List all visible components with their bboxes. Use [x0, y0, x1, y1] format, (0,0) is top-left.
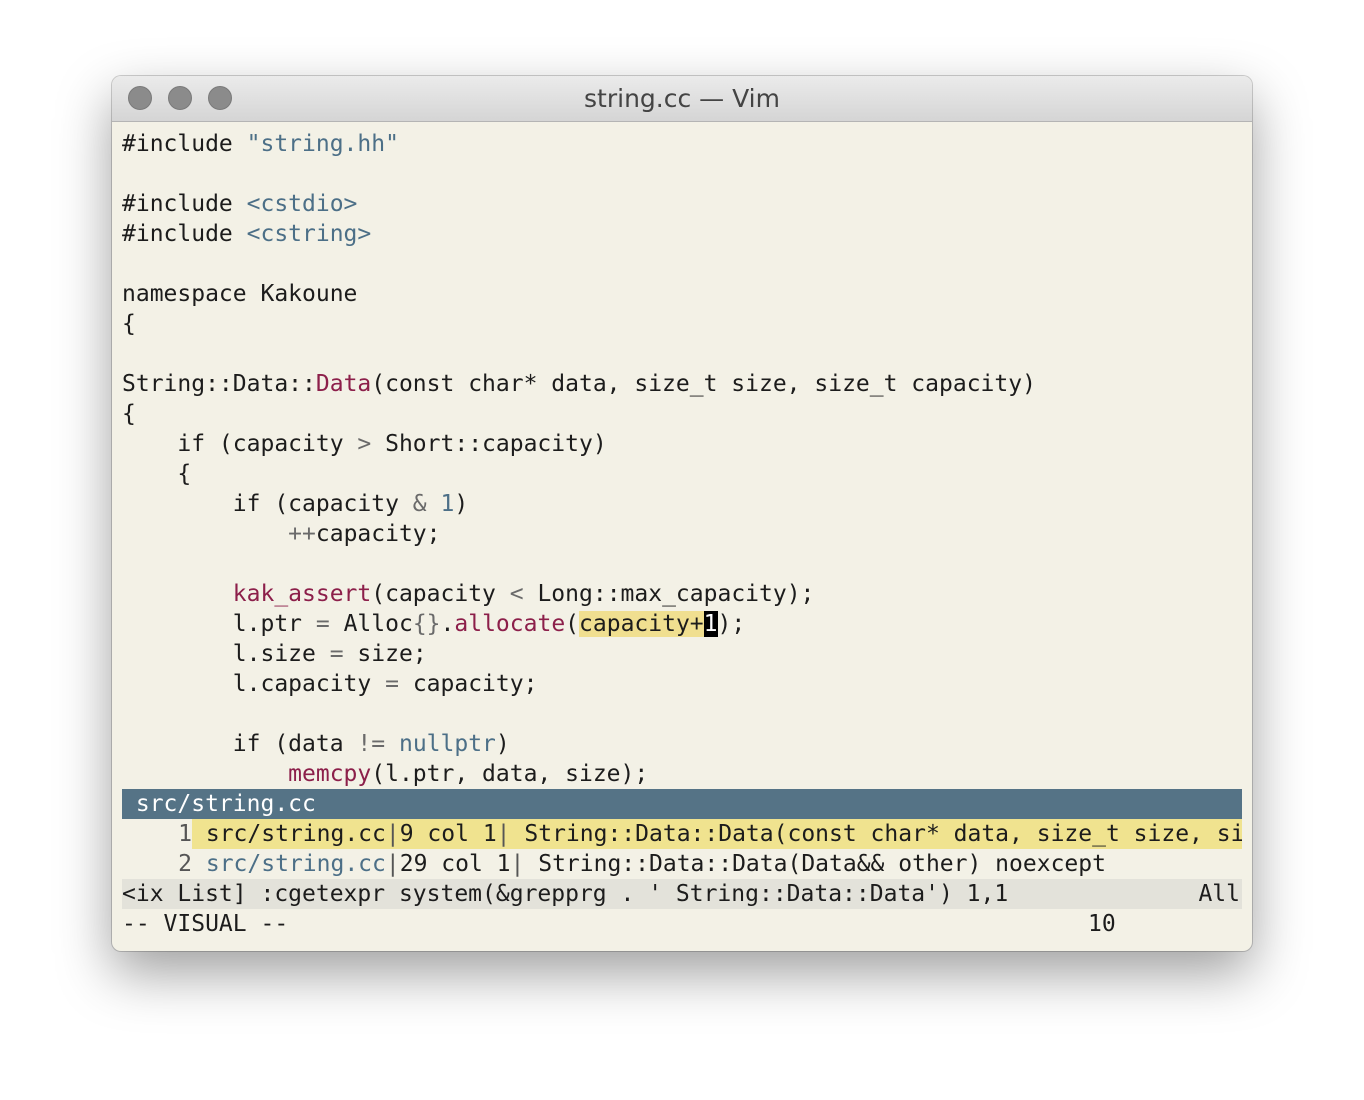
- code-token: {: [122, 311, 136, 337]
- code-line[interactable]: memcpy(l.ptr, data, size);: [122, 759, 1242, 789]
- code-line[interactable]: namespace Kakoune: [122, 279, 1242, 309]
- code-line[interactable]: l.capacity = capacity;: [122, 669, 1242, 699]
- quickfix-title: src/string.cc: [122, 789, 1242, 819]
- code-token: capacity;: [315, 521, 441, 547]
- code-line[interactable]: #include <cstdio>: [122, 189, 1242, 219]
- code-token: String::Data::: [122, 371, 316, 397]
- code-line[interactable]: l.ptr = Alloc{}.allocate(capacity+1);: [122, 609, 1242, 639]
- code-line[interactable]: {: [122, 459, 1242, 489]
- quickfix-file: src/string.cc: [205, 821, 386, 847]
- selection-count: 10: [1088, 911, 1116, 937]
- text-cursor: 1: [703, 611, 718, 637]
- code-token: capacity;: [398, 671, 538, 697]
- editor-buffer[interactable]: #include "string.hh" #include <cstdio> #i…: [122, 129, 1242, 939]
- code-line[interactable]: {: [122, 309, 1242, 339]
- code-token: allocate: [454, 611, 566, 637]
- code-token: !=: [357, 731, 386, 757]
- code-token: nullptr: [398, 731, 496, 757]
- quickfix-text: String::Data::Data(const char* data, siz…: [510, 821, 1242, 847]
- code-token: (l.ptr, data, size);: [371, 761, 649, 787]
- code-token: .: [440, 611, 455, 637]
- quickfix-row[interactable]: 2 src/string.cc|29 col 1| String::Data::…: [122, 849, 1242, 879]
- code-token: l.capacity: [122, 671, 386, 697]
- vim-window: string.cc — Vim #include "string.hh" #in…: [112, 76, 1252, 951]
- code-token: #include: [122, 191, 247, 217]
- status-line: <ix List] :cgetexpr system(&grepprg . ' …: [122, 879, 1242, 909]
- code-line[interactable]: if (capacity > Short::capacity): [122, 429, 1242, 459]
- code-line[interactable]: [122, 699, 1242, 729]
- code-token: if (capacity: [122, 431, 358, 457]
- code-token: (: [565, 611, 580, 637]
- code-token: );: [717, 611, 746, 637]
- code-token: Alloc: [329, 611, 413, 637]
- code-token: {: [122, 401, 136, 427]
- code-token: Short::capacity): [371, 431, 607, 457]
- code-line[interactable]: ++capacity;: [122, 519, 1242, 549]
- code-token: &: [412, 491, 427, 517]
- code-token: kak_assert: [232, 581, 372, 607]
- title-bar: string.cc — Vim: [112, 76, 1252, 122]
- quickfix-index: 2: [122, 849, 192, 879]
- code-token: l.size: [122, 641, 330, 667]
- code-line[interactable]: if (capacity & 1): [122, 489, 1242, 519]
- code-token: <cstring>: [246, 221, 372, 247]
- code-line[interactable]: [122, 159, 1242, 189]
- code-token: if (capacity: [122, 491, 413, 517]
- window-title: string.cc — Vim: [584, 84, 780, 113]
- code-line[interactable]: [122, 339, 1242, 369]
- quickfix-index: 1: [122, 819, 192, 849]
- code-token: ++: [288, 521, 316, 547]
- code-token: if (data: [122, 731, 358, 757]
- status-line-position: All: [1198, 881, 1240, 907]
- code-token: (const char* data, size_t size, size_t c…: [371, 371, 1036, 397]
- quickfix-file: src/string.cc: [205, 851, 386, 877]
- code-token: 1: [440, 491, 455, 517]
- code-token: <cstdio>: [246, 191, 358, 217]
- command-line[interactable]: -- VISUAL -- 10: [122, 909, 1242, 939]
- quickfix-location: 9 col 1: [399, 821, 497, 847]
- code-token: namespace Kakoune: [122, 281, 358, 307]
- code-line[interactable]: #include "string.hh": [122, 129, 1242, 159]
- code-line[interactable]: {: [122, 399, 1242, 429]
- code-token: =: [315, 611, 330, 637]
- code-line[interactable]: #include <cstring>: [122, 219, 1242, 249]
- code-token: =: [329, 641, 344, 667]
- code-token: (capacity: [371, 581, 510, 607]
- code-token: #include: [122, 131, 247, 157]
- code-area[interactable]: #include "string.hh" #include <cstdio> #i…: [122, 129, 1242, 789]
- code-token: size;: [343, 641, 427, 667]
- code-token: #include: [122, 221, 247, 247]
- code-token: Long::max_capacity);: [523, 581, 815, 607]
- code-line[interactable]: l.size = size;: [122, 639, 1242, 669]
- code-line[interactable]: [122, 249, 1242, 279]
- code-token: <: [509, 581, 524, 607]
- code-line[interactable]: String::Data::Data(const char* data, siz…: [122, 369, 1242, 399]
- mode-indicator: -- VISUAL --: [122, 911, 289, 937]
- quickfix-text: String::Data::Data(Data&& other) noexcep…: [524, 851, 1106, 877]
- code-token: Data: [315, 371, 372, 397]
- code-token: >: [357, 431, 372, 457]
- status-line-left: <ix List] :cgetexpr system(&grepprg . ' …: [122, 881, 1009, 907]
- code-token: =: [385, 671, 399, 697]
- code-line[interactable]: if (data != nullptr): [122, 729, 1242, 759]
- code-line[interactable]: kak_assert(capacity < Long::max_capacity…: [122, 579, 1242, 609]
- code-token: l.ptr: [122, 611, 316, 637]
- quickfix-location: 29 col 1: [399, 851, 511, 877]
- code-token: memcpy: [288, 761, 372, 787]
- code-token: ): [495, 731, 510, 757]
- code-token: "string.hh": [246, 131, 399, 157]
- code-token: ): [454, 491, 469, 517]
- quickfix-row[interactable]: 1 src/string.cc|9 col 1| String::Data::D…: [122, 819, 1242, 849]
- code-line[interactable]: [122, 549, 1242, 579]
- visual-selection: capacity+: [579, 611, 704, 637]
- code-token: {}: [412, 611, 441, 637]
- code-token: {: [122, 461, 192, 487]
